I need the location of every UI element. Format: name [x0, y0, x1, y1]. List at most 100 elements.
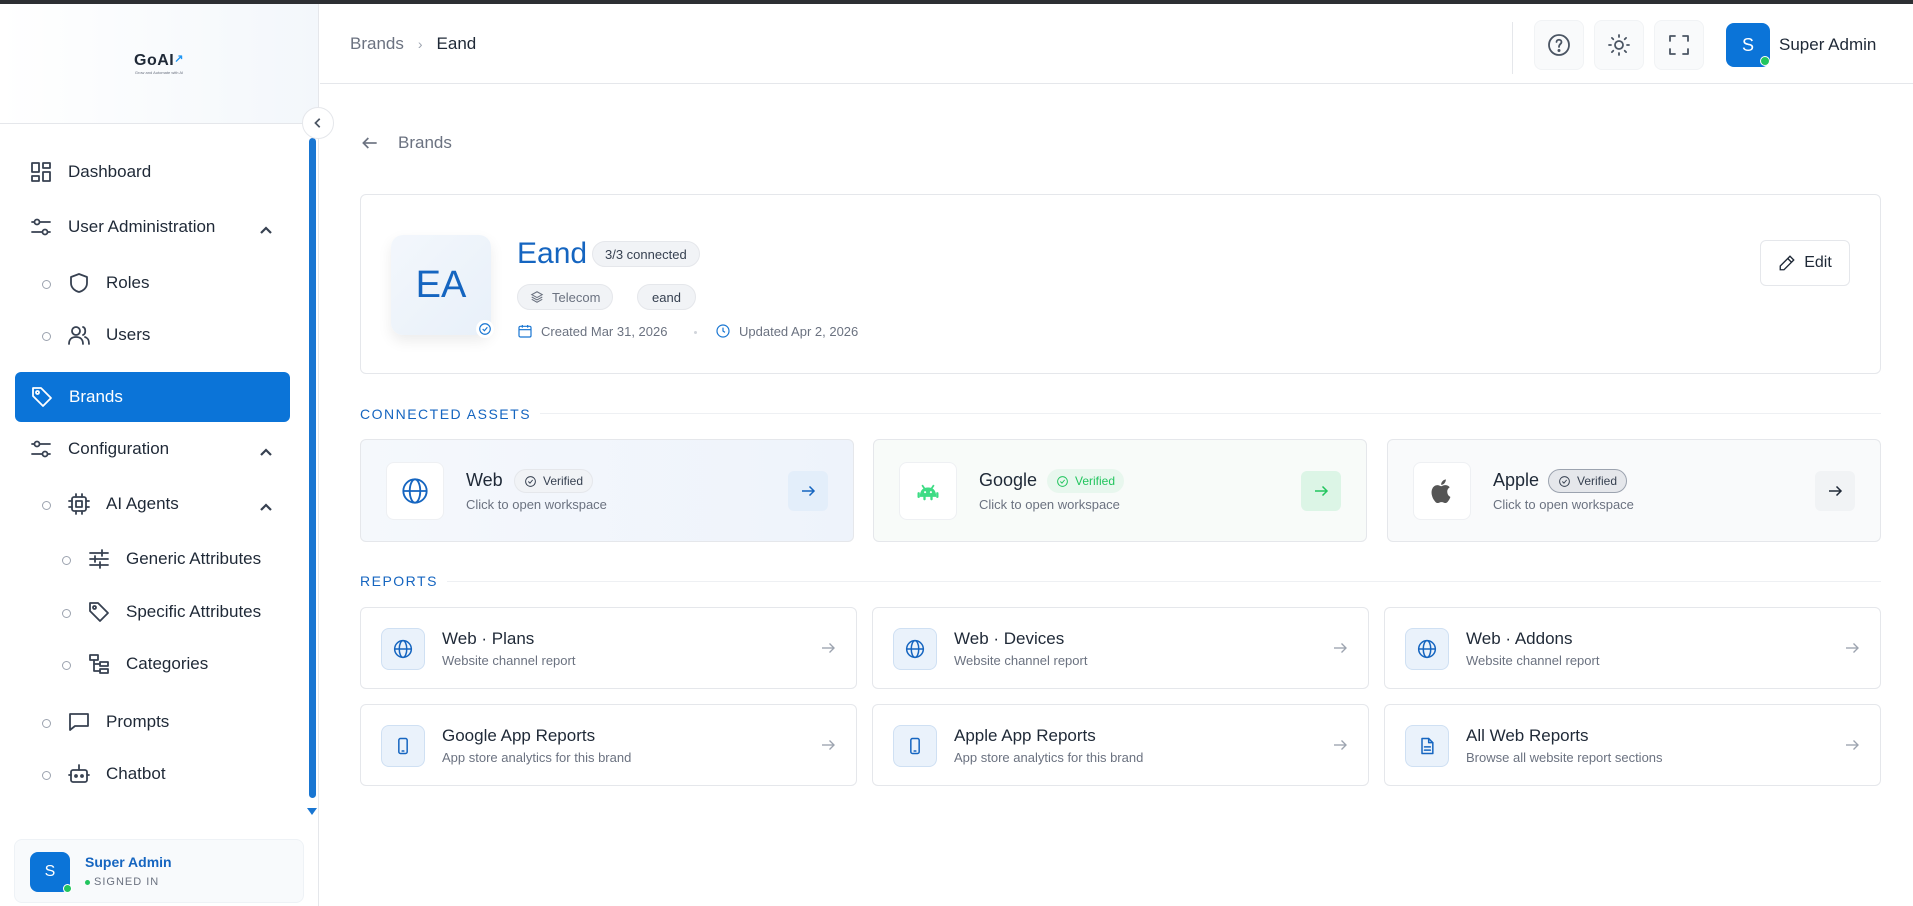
- arrow-right-icon: [1331, 736, 1351, 756]
- user-status-label: SIGNED IN: [94, 876, 160, 888]
- sidebar-item-categories[interactable]: Categories: [86, 651, 208, 677]
- asset-card-apple[interactable]: Apple Verified Click to open workspace: [1387, 439, 1881, 542]
- bullet: [42, 332, 51, 341]
- verified-label: Verified: [1075, 474, 1116, 488]
- asset-card-web[interactable]: Web Verified Click to open workspace: [360, 439, 854, 542]
- report-subtitle: Browse all website report sections: [1466, 750, 1663, 765]
- sidebar-scrollbar[interactable]: [309, 138, 316, 798]
- sidebar-item-chatbot[interactable]: Chatbot: [66, 761, 166, 787]
- sidebar-item-roles[interactable]: Roles: [66, 270, 149, 296]
- maximize-icon: [1669, 35, 1689, 55]
- sidebar-item-brands[interactable]: Brands: [15, 372, 290, 422]
- sidebar-item-label: Users: [106, 325, 151, 344]
- report-subtitle: App store analytics for this brand: [954, 750, 1144, 765]
- chevron-up-icon[interactable]: [259, 223, 273, 237]
- globe-icon: [1405, 628, 1449, 670]
- clock-icon: [716, 324, 730, 338]
- chevron-up-icon[interactable]: [259, 500, 273, 514]
- calendar-icon: [518, 325, 532, 338]
- arrow-right-icon: [819, 639, 839, 659]
- sidebar-item-user-administration[interactable]: User Administration: [28, 214, 215, 240]
- pencil-icon: [1779, 255, 1795, 271]
- tag-icon: [29, 384, 55, 410]
- report-card-all-web[interactable]: All Web Reports Browse all website repor…: [1384, 704, 1881, 786]
- asset-subtitle: Click to open workspace: [979, 497, 1120, 512]
- arrow-left-icon: [362, 137, 377, 149]
- sidebar-item-label: Specific Attributes: [126, 602, 262, 621]
- sidebar-item-specific-attributes[interactable]: Specific Attributes: [86, 599, 261, 625]
- sliders-icon: [28, 436, 54, 462]
- report-subtitle: Website channel report: [1466, 653, 1600, 668]
- sidebar-item-dashboard[interactable]: Dashboard: [28, 159, 151, 185]
- report-card-web-plans[interactable]: Web · Plans Website channel report: [360, 607, 857, 689]
- report-card-web-devices[interactable]: Web · Devices Website channel report: [872, 607, 1369, 689]
- logo-arrow-icon: ↗: [174, 53, 184, 65]
- verified-badge: Verified: [514, 469, 594, 493]
- asset-card-google[interactable]: Google Verified Click to open workspace: [873, 439, 1367, 542]
- updated-date-label: Updated Apr 2, 2026: [739, 323, 859, 339]
- section-divider: [447, 581, 1881, 582]
- globe-icon: [893, 628, 937, 670]
- open-workspace-button[interactable]: [788, 471, 828, 511]
- report-card-apple-app[interactable]: Apple App Reports App store analytics fo…: [872, 704, 1369, 786]
- sidebar-item-label: Chatbot: [106, 764, 166, 783]
- sidebar-item-configuration[interactable]: Configuration: [28, 436, 169, 462]
- bullet: [42, 771, 51, 780]
- category-pill: Telecom: [517, 284, 614, 310]
- report-title: Apple App Reports: [954, 726, 1096, 745]
- back-link[interactable]: Brands: [360, 133, 452, 153]
- report-subtitle: Website channel report: [442, 653, 576, 668]
- app-logo[interactable]: GoAI↗ Grow and Automate with AI: [134, 52, 184, 75]
- fullscreen-button[interactable]: [1654, 20, 1704, 70]
- sidebar-item-users[interactable]: Users: [66, 322, 150, 348]
- sidebar-item-label: User Administration: [68, 217, 216, 236]
- smartphone-icon: [893, 725, 937, 767]
- breadcrumb-brands-link[interactable]: Brands: [350, 34, 404, 54]
- edit-button[interactable]: Edit: [1760, 240, 1850, 286]
- robot-icon: [66, 761, 92, 787]
- asset-name: Web: [466, 470, 503, 490]
- sidebar-item-label: Categories: [126, 654, 209, 673]
- logo-area: GoAI↗ Grow and Automate with AI: [0, 4, 318, 124]
- report-card-google-app[interactable]: Google App Reports App store analytics f…: [360, 704, 857, 786]
- sidebar-user-card[interactable]: S Super Admin SIGNED IN: [14, 839, 304, 903]
- header-user-name[interactable]: Super Admin: [1779, 35, 1876, 55]
- report-subtitle: App store analytics for this brand: [442, 750, 632, 765]
- online-status-dot: [1760, 56, 1770, 66]
- hierarchy-icon: [86, 651, 112, 677]
- asset-name: Google: [979, 470, 1038, 490]
- dashboard-icon: [28, 159, 54, 185]
- apple-icon: [1413, 462, 1471, 520]
- theme-toggle-button[interactable]: [1594, 20, 1644, 70]
- chevron-up-icon[interactable]: [259, 445, 273, 459]
- back-label: Brands: [398, 133, 452, 152]
- open-workspace-button[interactable]: [1815, 471, 1855, 511]
- sidebar-item-prompts[interactable]: Prompts: [66, 709, 169, 735]
- collapse-sidebar-button[interactable]: [302, 107, 334, 139]
- report-title: Web · Addons: [1466, 629, 1573, 648]
- open-workspace-button[interactable]: [1301, 471, 1341, 511]
- scroll-down-arrow-icon[interactable]: [307, 808, 317, 815]
- report-card-web-addons[interactable]: Web · Addons Website channel report: [1384, 607, 1881, 689]
- connected-count-badge: 3/3 connected: [592, 241, 700, 267]
- top-header: Brands › Eand S Super Admin: [320, 4, 1913, 84]
- bullet: [62, 609, 71, 618]
- document-icon: [1405, 725, 1449, 767]
- sliders-icon: [28, 214, 54, 240]
- check-circle-icon: [525, 475, 536, 487]
- updated-date: Updated Apr 2, 2026: [715, 323, 858, 339]
- chevron-left-icon: [314, 118, 321, 128]
- arrow-right-icon: [1331, 639, 1351, 659]
- sidebar-item-generic-attributes[interactable]: Generic Attributes: [86, 546, 261, 572]
- help-button[interactable]: [1534, 20, 1584, 70]
- edit-label: Edit: [1804, 254, 1832, 271]
- sidebar-item-label: Configuration: [68, 439, 170, 458]
- check-circle-icon: [1057, 475, 1068, 487]
- verified-label: Verified: [1577, 474, 1618, 488]
- sun-icon: [1608, 34, 1630, 56]
- globe-icon: [386, 462, 444, 520]
- sidebar-item-ai-agents[interactable]: AI Agents: [66, 491, 179, 517]
- users-icon: [66, 322, 92, 348]
- arrow-right-icon: [1843, 639, 1863, 659]
- arrow-right-icon: [1315, 485, 1329, 497]
